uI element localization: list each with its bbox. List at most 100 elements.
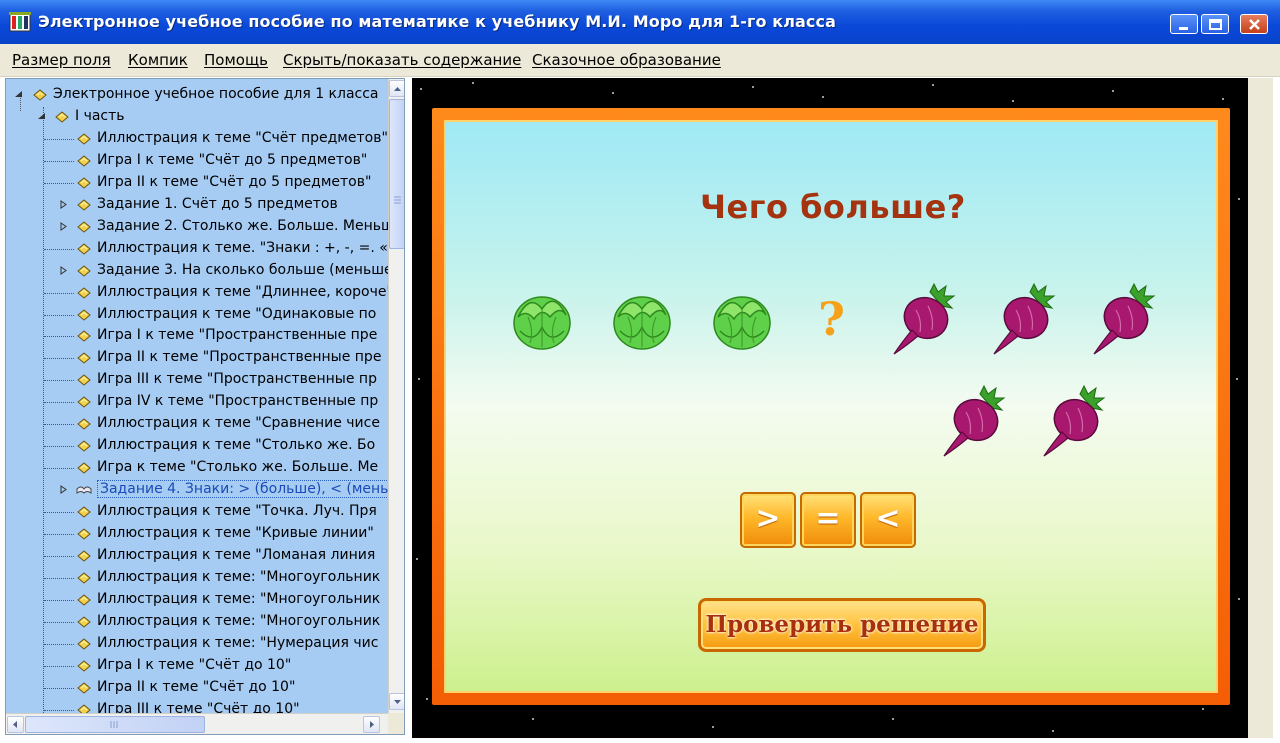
cabbage-icon[interactable] (710, 287, 774, 353)
hscroll-thumb[interactable] (25, 716, 205, 733)
greater-than-button[interactable]: > (740, 492, 796, 548)
tree-item[interactable]: Игра II к теме "Счёт до 5 предметов" (6, 172, 388, 194)
topic-icon (77, 352, 91, 365)
tree-item[interactable]: Игра I к теме "Пространственные пре (6, 325, 388, 347)
tree-item[interactable]: Иллюстрация к теме "Ломаная линия (6, 545, 388, 567)
tree-item[interactable]: Игра I к теме "Счёт до 10" (6, 655, 388, 677)
tree-branch-line (44, 380, 74, 382)
tree-item-label: Игра I к теме "Пространственные пре (97, 327, 378, 344)
star (426, 698, 428, 700)
tree-item[interactable]: Игра II к теме "Счёт до 10" (6, 677, 388, 699)
star (1202, 708, 1204, 710)
scroll-left-button[interactable] (7, 716, 24, 733)
less-than-button[interactable]: < (860, 492, 916, 548)
tree-part[interactable]: I часть (6, 106, 388, 128)
expand-icon[interactable] (59, 265, 68, 275)
cabbage-icon[interactable] (510, 287, 574, 353)
grip-icon (394, 196, 401, 204)
maximize-button[interactable] (1201, 14, 1229, 34)
star (752, 86, 754, 88)
tree-item[interactable]: Иллюстрация к теме "Одинаковые по (6, 304, 388, 326)
tree-item[interactable]: Игра I к теме "Счёт до 5 предметов" (6, 150, 388, 172)
tree-item[interactable]: Иллюстрация к теме: "Многоугольник (6, 589, 388, 611)
menu-toggle-contents[interactable]: Скрыть/показать содержание (283, 51, 521, 69)
topic-icon (77, 155, 91, 167)
scroll-up-button[interactable] (389, 80, 404, 97)
menu-field-size[interactable]: Размер поля (12, 51, 111, 69)
contents-tree[interactable]: Электронное учебное пособие для 1 класса… (5, 78, 405, 735)
tree-branch-line (44, 555, 74, 557)
tree-item[interactable]: Иллюстрация к теме. "Знаки : +, -, =. « (6, 238, 388, 260)
tree-branch-line (44, 358, 74, 360)
topic-icon (55, 111, 69, 123)
tree-item-label: Игра IV к теме "Пространственные пр (97, 393, 379, 410)
scroll-down-button[interactable] (389, 693, 404, 710)
right-border (1248, 78, 1273, 738)
expand-icon[interactable] (59, 221, 68, 231)
expand-icon[interactable] (59, 199, 68, 209)
vertical-scrollbar[interactable] (388, 79, 404, 713)
star (472, 82, 474, 84)
beet-icon[interactable] (940, 384, 1006, 460)
beet-icon[interactable] (990, 282, 1056, 358)
tree-root[interactable]: Электронное учебное пособие для 1 класса (6, 84, 388, 106)
tree-item[interactable]: Иллюстрация к теме "Столько же. Бо (6, 435, 388, 457)
star (1012, 100, 1014, 102)
tree-branch-line (44, 468, 74, 470)
tree-item-label: Иллюстрация к теме "Сравнение чисе (97, 415, 380, 432)
tree-item[interactable]: Игра II к теме "Пространственные пре (6, 347, 388, 369)
minimize-button[interactable] (1170, 14, 1198, 34)
tree-item[interactable]: Иллюстрация к теме: "Многоугольник (6, 611, 388, 633)
tree-item[interactable]: Игра к теме "Столько же. Больше. Ме (6, 457, 388, 479)
cabbage-icon[interactable] (610, 287, 674, 353)
tree-item[interactable]: Иллюстрация к теме "Точка. Луч. Пря (6, 501, 388, 523)
close-button[interactable] (1240, 14, 1268, 34)
tree-item[interactable]: Иллюстрация к теме "Длиннее, короче" (6, 282, 393, 304)
tree-item[interactable]: Задание 3. На сколько больше (меньше) (6, 260, 398, 282)
tree-item-label: Иллюстрация к теме "Одинаковые по (97, 305, 377, 322)
tree-item-label: Игра III к теме "Пространственные пр (97, 371, 377, 388)
menu-bar: Размер поля Компик Помощь Скрыть/показат… (0, 44, 1280, 77)
tree-branch-line (44, 248, 74, 250)
maximize-icon (1209, 19, 1222, 30)
tree-item[interactable]: Иллюстрация к теме: "Многоугольник (6, 567, 388, 589)
tree-branch-line (44, 687, 74, 689)
tree-item[interactable]: Задание 4. Знаки: > (больше), < (мень (6, 479, 392, 501)
menu-fairy-education[interactable]: Сказочное образование (532, 51, 721, 69)
menu-kompik[interactable]: Компик (128, 51, 188, 69)
arrow-left-icon (13, 721, 17, 728)
tree-item-label: Иллюстрация к теме "Кривые линии" (97, 525, 374, 541)
arrow-up-icon (394, 87, 401, 91)
beet-icon[interactable] (1040, 384, 1106, 460)
tree-item[interactable]: Игра IV к теме "Пространственные пр (6, 391, 388, 413)
tree-item[interactable]: Иллюстрация к теме "Кривые линии" (6, 523, 388, 545)
tree-item[interactable]: Иллюстрация к теме "Счёт предметов" (6, 128, 388, 150)
topic-icon (77, 330, 91, 343)
topic-icon (77, 396, 91, 408)
collapse-icon[interactable] (37, 112, 46, 121)
star (612, 92, 614, 94)
tree-branch-line (44, 643, 74, 645)
tree-item-label: Игра I к теме "Счёт до 10" (97, 656, 292, 673)
grip-icon (110, 721, 118, 728)
scroll-right-button[interactable] (363, 716, 380, 733)
tree-item[interactable]: Задание 1. Счёт до 5 предметов (6, 194, 388, 216)
topic-icon (77, 374, 91, 386)
topic-icon (77, 572, 91, 584)
topic-icon (77, 221, 91, 233)
beet-icon[interactable] (890, 282, 956, 358)
tree-item[interactable]: Иллюстрация к теме "Сравнение чисе (6, 413, 388, 435)
check-solution-button[interactable]: Проверить решение (698, 598, 986, 652)
tree-item[interactable]: Задание 2. Столько же. Больше. Меньше (6, 216, 402, 238)
menu-help[interactable]: Помощь (204, 51, 268, 69)
horizontal-scrollbar[interactable] (6, 713, 388, 734)
tree-item[interactable]: Игра III к теме "Пространственные пр (6, 369, 388, 391)
tree-item-label: Иллюстрация к теме "Столько же. Бо (97, 437, 376, 454)
scroll-thumb[interactable] (389, 99, 404, 249)
expand-icon[interactable] (59, 485, 68, 495)
beet-icon[interactable] (1090, 282, 1156, 358)
collapse-icon[interactable] (14, 90, 23, 99)
tree-item-label: Иллюстрация к теме: "Многоугольник (97, 590, 381, 607)
tree-item[interactable]: Иллюстрация к теме: "Нумерация чис (6, 633, 388, 655)
equals-button[interactable]: = (800, 492, 856, 548)
